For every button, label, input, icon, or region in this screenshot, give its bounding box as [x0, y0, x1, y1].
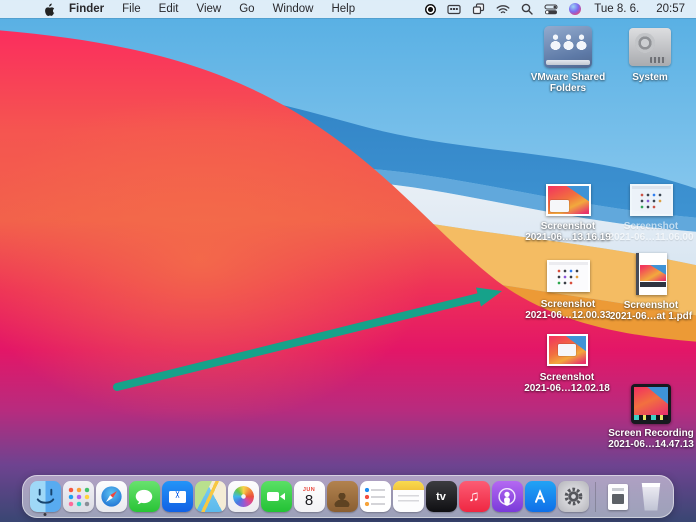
screenshot-thumbnail-icon [547, 330, 588, 370]
dock-item-tv[interactable]: tv [425, 479, 457, 515]
network-drive-icon [544, 24, 592, 70]
desktop-icon-system[interactable]: System [595, 24, 696, 83]
wifi-icon[interactable] [496, 4, 510, 15]
launchpad-icon [63, 481, 94, 512]
messages-icon [129, 481, 160, 512]
mail-icon [162, 481, 193, 512]
dock-item-reminders[interactable] [359, 479, 391, 515]
dock-item-contacts[interactable] [326, 479, 358, 515]
dock: JUN 8 tv ♫ [22, 475, 674, 518]
window-stack-icon[interactable] [472, 3, 485, 15]
app-store-icon [525, 481, 556, 512]
apple-menu-icon[interactable] [44, 3, 55, 16]
trash-icon [640, 483, 662, 511]
photos-icon [228, 481, 259, 512]
desktop-icon-label: Screen Recording2021-06…14.47.13 [608, 428, 694, 450]
menu-bar-clock[interactable]: 20:57 [656, 3, 685, 15]
dock-item-notes[interactable] [392, 479, 424, 515]
notes-icon [393, 481, 424, 512]
screenshot-thumbnail-icon [547, 255, 590, 297]
dock-item-facetime[interactable] [260, 479, 292, 515]
running-indicator [44, 513, 47, 516]
contacts-icon [327, 481, 358, 512]
desktop-icon-screenshot-pdf[interactable]: Screenshot2021-06…at 1.pdf [596, 250, 696, 322]
safari-icon [96, 481, 127, 512]
dock-item-mail[interactable] [161, 479, 193, 515]
facetime-icon [261, 481, 292, 512]
menu-bar: Finder File Edit View Go Window Help [0, 0, 696, 18]
dock-item-document[interactable] [602, 479, 634, 515]
dock-item-trash[interactable] [635, 479, 667, 515]
dock-separator [595, 482, 596, 512]
menu-item-view[interactable]: View [197, 3, 222, 15]
dock-item-launchpad[interactable] [62, 479, 94, 515]
dock-item-app-store[interactable] [524, 479, 556, 515]
menu-item-finder[interactable]: Finder [69, 3, 104, 15]
maps-icon [195, 481, 226, 512]
dock-item-podcasts[interactable] [491, 479, 523, 515]
screenshot-thumbnail-icon [546, 181, 591, 219]
person-icon [576, 34, 587, 50]
dock-item-finder[interactable] [29, 479, 61, 515]
dock-item-system-preferences[interactable] [557, 479, 589, 515]
screenshot-thumbnail-icon [630, 181, 673, 219]
spotlight-search-icon[interactable] [521, 3, 533, 15]
dock-item-photos[interactable] [227, 479, 259, 515]
control-center-icon[interactable] [544, 4, 558, 15]
menu-item-window[interactable]: Window [273, 3, 314, 15]
desktop-icon-label: System [632, 72, 668, 83]
desktop-screen: Finder File Edit View Go Window Help [0, 0, 696, 522]
calendar-icon: JUN 8 [294, 481, 325, 512]
apple-tv-icon: tv [426, 481, 457, 512]
video-thumbnail-icon [631, 382, 671, 426]
dock-item-messages[interactable] [128, 479, 160, 515]
menu-bar-date[interactable]: Tue 8. 6. [594, 3, 639, 15]
desktop-icon-screen-recording[interactable]: Screen Recording2021-06…14.47.13 [596, 382, 696, 450]
dock-item-music[interactable]: ♫ [458, 479, 490, 515]
desktop-icon-screenshot-110600[interactable]: Screenshot2021-06…11.06.00 [596, 181, 696, 243]
calendar-day: 8 [305, 493, 313, 509]
desktop-icon-label: Screenshot2021-06…at 1.pdf [610, 300, 692, 322]
menu-item-edit[interactable]: Edit [159, 3, 179, 15]
person-icon [550, 34, 561, 50]
dock-item-safari[interactable] [95, 479, 127, 515]
person-icon [563, 34, 574, 50]
dock-item-calendar[interactable]: JUN 8 [293, 479, 325, 515]
pdf-document-icon [636, 250, 667, 298]
hard-drive-icon [629, 24, 671, 70]
menu-item-file[interactable]: File [122, 3, 141, 15]
reminders-icon [360, 481, 391, 512]
desktop-icon-label: Screenshot2021-06…11.06.00 [608, 221, 693, 243]
podcasts-icon [492, 481, 523, 512]
menu-item-help[interactable]: Help [331, 3, 355, 15]
siri-icon[interactable] [569, 3, 581, 15]
menu-bar-status-area: Tue 8. 6. 20:57 [425, 3, 687, 15]
screen-recording-stop-icon[interactable] [425, 4, 436, 15]
system-preferences-icon [558, 481, 589, 512]
document-icon [608, 484, 628, 510]
dock-item-maps[interactable] [194, 479, 226, 515]
menu-item-go[interactable]: Go [239, 3, 254, 15]
finder-icon [30, 481, 61, 512]
music-icon: ♫ [459, 481, 490, 512]
vmware-tools-icon[interactable] [447, 4, 461, 15]
